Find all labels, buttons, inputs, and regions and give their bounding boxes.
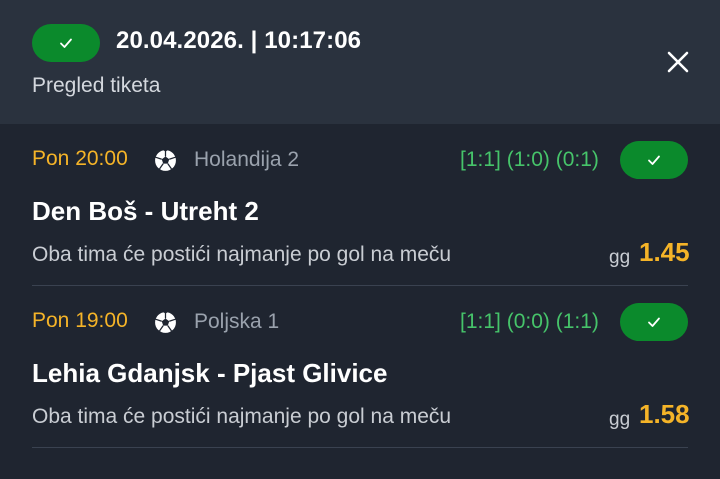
match-status-badge bbox=[620, 303, 688, 341]
bet-code: gg bbox=[609, 247, 631, 268]
bet-code: gg bbox=[609, 409, 631, 430]
close-icon bbox=[667, 51, 689, 73]
soccer-ball-icon bbox=[154, 149, 177, 172]
league-name: Poljska 1 bbox=[194, 310, 280, 333]
check-icon bbox=[648, 155, 660, 165]
match-row[interactable]: Pon 19:00 Poljska 1 [1:1] (0:0) (1:1) Le… bbox=[0, 286, 720, 448]
match-teams: Lehia Gdanjsk - Pjast Glivice bbox=[32, 358, 388, 388]
bet-description: Oba tima će postići najmanje po gol na m… bbox=[32, 243, 452, 266]
ticket-header: 20.04.2026. | 10:17:06 Pregled tiketa bbox=[0, 0, 720, 124]
ticket-subtitle: Pregled tiketa bbox=[32, 74, 161, 97]
close-button[interactable] bbox=[664, 48, 692, 76]
bet-odd: 1.58 bbox=[639, 399, 690, 429]
ticket-datetime: 20.04.2026. | 10:17:06 bbox=[116, 27, 362, 54]
check-icon bbox=[60, 38, 72, 48]
match-time: Pon 20:00 bbox=[32, 147, 128, 170]
league-name: Holandija 2 bbox=[194, 148, 300, 171]
match-teams: Den Boš - Utreht 2 bbox=[32, 196, 259, 226]
match-row[interactable]: Pon 20:00 Holandija 2 [1:1] (1:0) (0:1) … bbox=[0, 124, 720, 286]
match-score: [1:1] (0:0) (1:1) bbox=[460, 310, 599, 333]
match-time: Pon 19:00 bbox=[32, 309, 128, 332]
match-score: [1:1] (1:0) (0:1) bbox=[460, 148, 599, 171]
bet-description: Oba tima će postići najmanje po gol na m… bbox=[32, 405, 452, 428]
divider bbox=[32, 447, 688, 448]
check-icon bbox=[648, 317, 660, 327]
soccer-ball-icon bbox=[154, 311, 177, 334]
ticket-status-badge bbox=[32, 24, 100, 62]
bet-odd: 1.45 bbox=[639, 237, 690, 267]
match-status-badge bbox=[620, 141, 688, 179]
